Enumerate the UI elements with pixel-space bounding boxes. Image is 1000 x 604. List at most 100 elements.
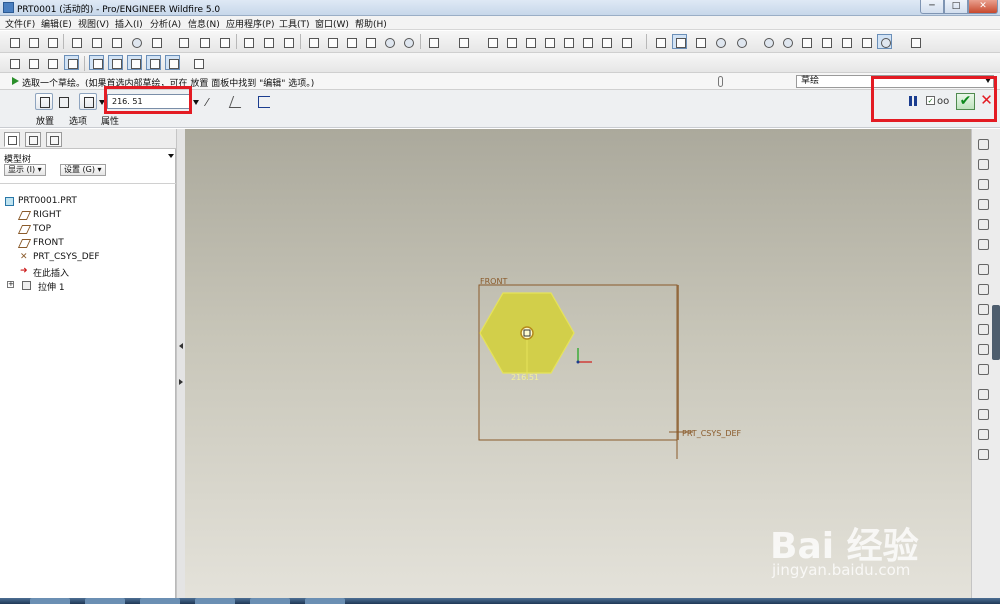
ok-button[interactable]: ✔ [956,93,975,110]
chamfer-icon[interactable] [976,237,990,251]
tab-options[interactable]: 选项 [69,114,87,127]
undo-icon[interactable] [425,34,440,49]
merge-icon[interactable] [976,407,990,421]
appearance-icon[interactable] [877,34,892,49]
taskbar-item[interactable] [85,598,125,604]
redo-icon[interactable] [455,34,470,49]
new-file-icon[interactable] [6,34,21,49]
chevron-down-icon[interactable] [168,154,174,158]
email-icon[interactable] [381,34,396,49]
collapse-left-icon[interactable] [179,343,183,349]
plane-icon[interactable] [88,34,103,49]
pause-icon[interactable] [909,96,917,106]
curve-icon[interactable] [128,34,143,49]
menu-tools[interactable]: 工具(T) [279,17,310,30]
datum-display-icon[interactable] [672,34,687,49]
email-link-icon[interactable] [400,34,415,49]
chevron-down-icon[interactable] [99,100,105,105]
no-hidden-icon[interactable] [44,55,59,70]
taskbar-item[interactable] [305,598,345,604]
pattern-icon[interactable] [976,447,990,461]
pencil-icon[interactable] [216,34,231,49]
menu-analysis[interactable]: 分析(A) [150,17,181,30]
boundary-blend-icon[interactable] [976,342,990,356]
folder-browser-tab[interactable] [25,132,41,147]
verify-glasses-icon[interactable]: oo [937,96,949,107]
blend-icon[interactable] [976,322,990,336]
csys-toolbar-icon[interactable] [175,34,190,49]
select-box-icon[interactable] [598,34,613,49]
menu-window[interactable]: 窗口(W) [315,17,349,30]
shaded-icon[interactable] [64,55,79,70]
taskbar-item[interactable] [140,598,180,604]
selection-filter-icon[interactable] [618,34,633,49]
depth-dropdown-icon[interactable] [193,100,199,105]
close-window-button[interactable]: ✕ [968,0,998,14]
analysis-feature-icon[interactable] [196,34,211,49]
sketch-icon[interactable] [68,34,83,49]
flip-direction-icon[interactable]: ⁄ [206,96,218,109]
draft-icon[interactable] [976,197,990,211]
panel-splitter[interactable] [176,129,185,598]
point-icon[interactable] [148,34,163,49]
minimize-button[interactable]: ─ [920,0,944,14]
depth-value-input[interactable]: 216. 51 [107,94,191,109]
rib-icon[interactable] [976,177,990,191]
round-icon[interactable] [976,217,990,231]
regenerate-icon[interactable] [560,34,575,49]
settings-button[interactable]: 设置 (G) ▾ [60,164,106,176]
zoom-out-icon[interactable] [779,34,794,49]
menu-insert[interactable]: 插入(I) [115,17,143,30]
right-scroll-handle[interactable] [992,305,1000,360]
depth-option-button[interactable] [79,93,97,110]
taskbar-item[interactable] [250,598,290,604]
copy-icon[interactable] [503,34,518,49]
reorient-icon[interactable] [818,34,833,49]
menu-view[interactable]: 视图(V) [78,17,109,30]
note-icon[interactable] [260,34,275,49]
show-button[interactable]: 显示 (I) ▾ [4,164,46,176]
surface-extrude-button[interactable] [54,93,72,110]
cut-icon[interactable] [484,34,499,49]
menu-edit[interactable]: 编辑(E) [41,17,72,30]
tab-properties[interactable]: 属性 [101,114,119,127]
model-setup-icon[interactable] [907,34,922,49]
zoom-in-icon[interactable] [760,34,775,49]
remove-material-icon[interactable] [228,96,246,108]
menu-info[interactable]: 信息(N) [188,17,220,30]
save-icon[interactable] [343,34,358,49]
annotation-icon[interactable] [240,34,255,49]
paste-icon[interactable] [522,34,537,49]
wireframe-icon[interactable] [6,55,21,70]
hidden-line-icon[interactable] [25,55,40,70]
annotation-display-icon[interactable] [165,55,180,70]
taskbar-item[interactable] [30,598,70,604]
thicken-icon[interactable] [258,96,270,108]
mirror-icon[interactable] [976,387,990,401]
selection-filter-select[interactable]: 草绘 [796,75,994,88]
hole-icon[interactable] [976,137,990,151]
axis-display-icon[interactable] [108,55,123,70]
expand-right-icon[interactable] [179,379,183,385]
taskbar-item[interactable] [195,598,235,604]
point-display-icon[interactable] [127,55,142,70]
trim-icon[interactable] [976,427,990,441]
layer-icon[interactable] [280,34,295,49]
shading-icon[interactable] [733,34,748,49]
tab-placement[interactable]: 放置 [36,114,54,127]
find-icon[interactable] [579,34,594,49]
view-manager-icon[interactable] [712,34,727,49]
maximize-button[interactable]: □ [944,0,968,14]
favorites-tab[interactable] [46,132,62,147]
folder-open-icon[interactable] [324,34,339,49]
saved-views-icon[interactable] [838,34,853,49]
sketch-display-icon[interactable] [652,34,667,49]
axis-icon[interactable] [108,34,123,49]
context-help-icon[interactable] [190,55,205,70]
new-doc-icon[interactable] [305,34,320,49]
extrude-tool-icon[interactable] [976,262,990,276]
expand-icon[interactable]: + [7,281,14,288]
model-tree-tab[interactable] [4,132,20,147]
variable-sweep-icon[interactable] [976,302,990,316]
shell-icon[interactable] [976,157,990,171]
